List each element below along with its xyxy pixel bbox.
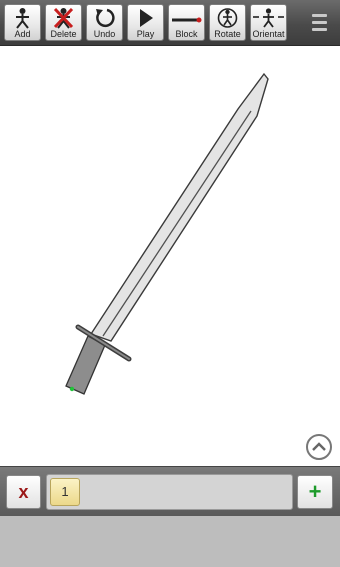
stickfigure-delete-icon — [53, 7, 74, 29]
add-button[interactable]: Add — [4, 4, 41, 41]
sword-fuller — [102, 110, 252, 337]
block-button[interactable]: Block — [168, 4, 205, 41]
stickfigure-add-icon — [16, 8, 29, 29]
rotate-figure-icon — [217, 8, 238, 28]
block-label: Block — [175, 29, 198, 39]
rotate-button[interactable]: Rotate — [209, 4, 246, 41]
block-line-icon — [172, 17, 202, 23]
orientation-figure-icon — [253, 8, 284, 28]
undo-button[interactable]: Undo — [86, 4, 123, 41]
bottom-panel — [0, 516, 340, 567]
delete-label: Delete — [50, 29, 77, 39]
menu-button[interactable] — [304, 6, 336, 40]
toolbar: Add Delete Undo Play Block Rotate Orient… — [0, 0, 340, 46]
undo-arrow-icon — [96, 8, 115, 28]
drawing-canvas[interactable] — [0, 46, 340, 466]
hamburger-menu-icon — [312, 28, 327, 31]
hamburger-menu-icon — [312, 21, 327, 24]
delete-frame-button[interactable]: x — [6, 475, 41, 509]
sword-blade[interactable] — [89, 72, 269, 342]
add-label: Add — [14, 29, 31, 39]
sword-handle[interactable] — [65, 335, 106, 395]
app-root: Add Delete Undo Play Block Rotate Orient… — [0, 0, 340, 567]
sword-figure[interactable] — [0, 46, 340, 466]
frame-bar: x 1 + — [0, 466, 340, 516]
orientation-label: Orientat — [252, 29, 285, 39]
delete-button[interactable]: Delete — [45, 4, 82, 41]
frame-thumbnail[interactable]: 1 — [50, 478, 80, 506]
play-button[interactable]: Play — [127, 4, 164, 41]
play-triangle-icon — [140, 9, 153, 27]
pivot-joint-handle[interactable] — [69, 386, 75, 392]
chevron-up-circle-icon[interactable] — [305, 433, 333, 461]
rotate-label: Rotate — [214, 29, 241, 39]
undo-label: Undo — [93, 29, 116, 39]
add-frame-button[interactable]: + — [297, 475, 333, 509]
orientation-button[interactable]: Orientat — [250, 4, 287, 41]
hamburger-menu-icon — [312, 14, 327, 17]
play-label: Play — [136, 29, 155, 39]
frame-strip[interactable]: 1 — [46, 474, 293, 510]
